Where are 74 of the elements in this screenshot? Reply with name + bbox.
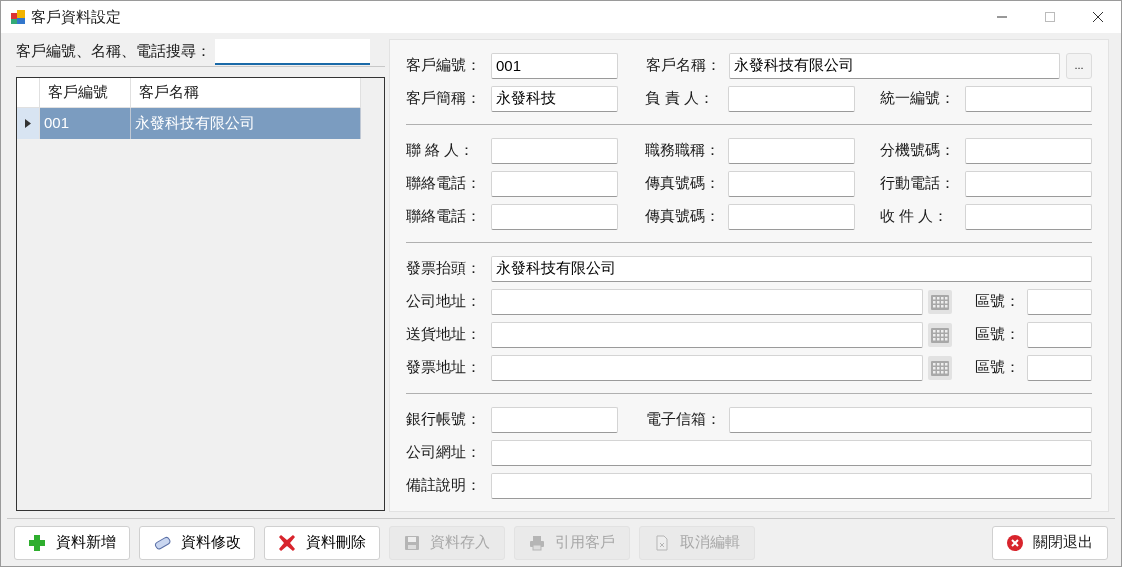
cross-icon	[278, 533, 296, 552]
search-label: 客戶編號、名稱、電話搜尋：	[16, 41, 211, 62]
input-field[interactable]	[491, 137, 618, 164]
input-field[interactable]	[491, 472, 1092, 499]
input-field[interactable]: 永發科技有限公司	[491, 255, 1092, 282]
keypad-icon[interactable]	[928, 322, 953, 347]
input-field[interactable]	[491, 170, 618, 197]
column-header[interactable]: 客戶編號	[40, 78, 131, 107]
input-field[interactable]: 永發科技有限公司	[729, 52, 1060, 79]
column-header[interactable]: 客戶名稱	[131, 78, 361, 107]
close-exit-button[interactable]: 關閉退出	[992, 525, 1108, 560]
app-icon	[11, 10, 25, 24]
input-field[interactable]: 001	[491, 52, 618, 79]
toolbar-button[interactable]: 資料修改	[139, 525, 255, 560]
input-field[interactable]	[965, 170, 1092, 197]
field-label: 客戶編號：	[406, 55, 482, 76]
input-field[interactable]	[965, 137, 1092, 164]
field-label: 發票地址：	[406, 357, 482, 378]
input-field[interactable]	[1027, 288, 1092, 315]
toolbar-button[interactable]: 資料刪除	[264, 525, 380, 560]
input-field[interactable]	[729, 406, 1092, 433]
field-label: 傳真號碼：	[645, 206, 722, 227]
field-label: 區號：	[975, 291, 1021, 312]
document-icon	[654, 534, 670, 551]
keypad-icon[interactable]	[928, 355, 953, 380]
field-label: 電子信箱：	[646, 409, 722, 430]
input-field[interactable]	[491, 406, 618, 433]
field-label: 傳真號碼：	[645, 173, 722, 194]
field-label: 客戶簡稱：	[406, 88, 482, 109]
field-label: 送貨地址：	[406, 324, 482, 345]
input-field[interactable]	[1027, 321, 1092, 348]
input-field[interactable]	[491, 288, 924, 315]
field-label: 聯絡電話：	[406, 173, 482, 194]
field-label: 行動電話：	[880, 173, 956, 194]
field-label: 聯絡電話：	[406, 206, 482, 227]
field-label: 聯 絡 人：	[406, 140, 476, 161]
input-field[interactable]	[728, 85, 856, 112]
printer-icon	[529, 534, 545, 551]
input-field[interactable]	[491, 321, 924, 348]
table-cell: 001	[40, 108, 131, 139]
field-label: 客戶名稱：	[646, 55, 722, 76]
table-cell: 永發科技有限公司	[131, 108, 361, 139]
field-label: 收 件 人：	[880, 206, 950, 227]
field-label: 備註說明：	[406, 475, 482, 496]
plus-icon	[28, 533, 46, 552]
input-field[interactable]	[965, 203, 1092, 230]
field-label: 公司地址：	[406, 291, 482, 312]
keypad-icon[interactable]	[928, 289, 953, 314]
input-field[interactable]	[728, 137, 856, 164]
input-field[interactable]	[491, 439, 1092, 466]
close-circle-icon	[1007, 534, 1023, 551]
field-label: 銀行帳號：	[406, 409, 482, 430]
close-icon[interactable]	[1093, 12, 1103, 22]
search-field[interactable]	[215, 38, 370, 65]
input-field[interactable]	[1027, 354, 1092, 381]
field-label: 區號：	[975, 324, 1021, 345]
field-label: 職務職稱：	[645, 140, 722, 161]
field-label: 發票抬頭：	[406, 258, 482, 279]
input-field[interactable]: 永發科技	[491, 85, 618, 112]
input-field[interactable]	[728, 203, 856, 230]
toolbar-button[interactable]: 資料新增	[14, 525, 130, 560]
window-title: 客戶資料設定	[31, 6, 121, 27]
field-label: 分機號碼：	[880, 140, 956, 161]
input-field[interactable]	[491, 203, 618, 230]
input-field[interactable]	[728, 170, 856, 197]
row-pointer-icon	[25, 119, 31, 128]
input-field[interactable]	[491, 354, 924, 381]
maximize-icon[interactable]	[1045, 12, 1055, 22]
field-label: 統一編號：	[880, 88, 956, 109]
input-field[interactable]	[965, 85, 1092, 112]
field-label: 負 責 人：	[645, 88, 715, 109]
field-label: 公司網址：	[406, 442, 482, 463]
browse-button[interactable]: ...	[1066, 52, 1092, 79]
field-label: 區號：	[975, 357, 1021, 378]
